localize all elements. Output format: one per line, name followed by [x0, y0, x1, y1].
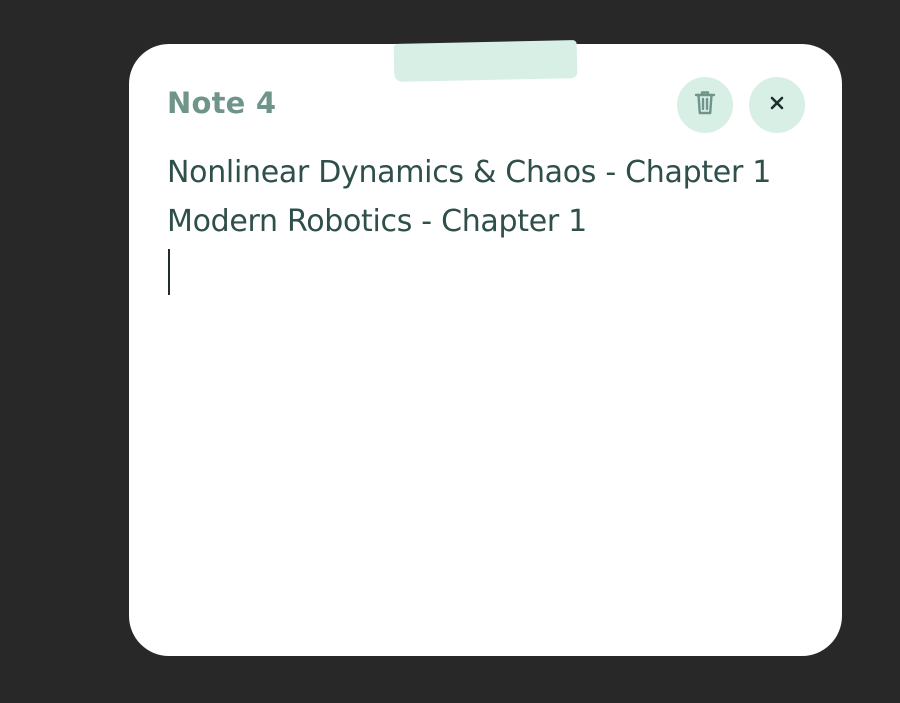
note-line: Modern Robotics - Chapter 1 [167, 204, 587, 239]
note-title: Note 4 [167, 86, 277, 120]
note-line: Nonlinear Dynamics & Chaos - Chapter 1 [167, 155, 771, 190]
note-drag-handle[interactable] [393, 40, 578, 82]
close-note-button[interactable] [749, 77, 805, 133]
note-text-area[interactable]: Nonlinear Dynamics & Chaos - Chapter 1 M… [167, 148, 807, 295]
note-card: Note 4 Nonlinear Dynamics & Chaos - Chap… [129, 40, 842, 656]
text-cursor [168, 249, 170, 295]
close-icon [769, 95, 785, 116]
delete-note-button[interactable] [677, 77, 733, 133]
trash-icon [693, 89, 717, 122]
